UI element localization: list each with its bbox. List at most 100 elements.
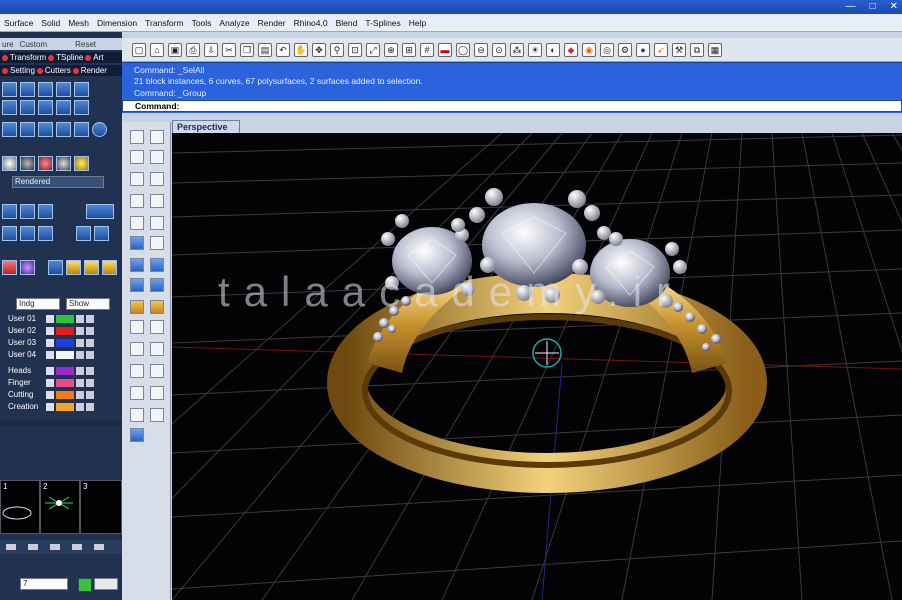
layer-color-swatch[interactable] <box>56 390 74 399</box>
save-icon[interactable]: ▣ <box>168 42 182 57</box>
circle-icon[interactable] <box>130 172 144 186</box>
menu-blend[interactable]: Blend <box>336 18 358 28</box>
copy-icon[interactable]: ❐ <box>240 42 254 57</box>
lock-icon[interactable] <box>76 314 84 323</box>
layer-color-swatch[interactable] <box>56 314 74 323</box>
small-a-icon[interactable] <box>2 226 17 241</box>
text-tool-icon[interactable] <box>150 364 164 378</box>
tab-ure[interactable]: ure <box>2 40 14 49</box>
sphere-material-icon[interactable] <box>2 156 17 171</box>
eye-icon[interactable] <box>86 378 94 387</box>
eye-icon[interactable] <box>86 326 94 335</box>
command-prompt-input[interactable]: Command: <box>122 100 902 112</box>
layer-row[interactable]: User 02 <box>8 325 116 336</box>
pin-tool-icon[interactable] <box>2 204 17 219</box>
menu-tools[interactable]: Tools <box>192 18 212 28</box>
menu-dimension[interactable]: Dimension <box>97 18 137 28</box>
layer-row[interactable]: Cutting <box>8 389 116 400</box>
layer-row[interactable]: Finger <box>8 377 116 388</box>
options-icon[interactable]: ⚙ <box>618 42 632 57</box>
gumball-icon[interactable]: ● <box>636 42 650 57</box>
layer-filter-indg[interactable]: Indg <box>16 298 60 310</box>
sphere-icon[interactable]: ◎ <box>600 42 614 57</box>
menu-rhino4[interactable]: Rhino4.0 <box>294 18 328 28</box>
shape-tool-icon[interactable] <box>74 82 89 97</box>
reset-button[interactable]: Reset <box>75 40 96 49</box>
new-icon[interactable]: ▢ <box>132 42 146 57</box>
bottom-select[interactable]: 7 <box>20 578 68 590</box>
rectangle-icon[interactable] <box>150 194 164 208</box>
layer-color-swatch[interactable] <box>56 378 74 387</box>
layer-tool-b-icon[interactable] <box>66 260 81 275</box>
eye-icon[interactable] <box>86 402 94 411</box>
eye-icon[interactable] <box>86 314 94 323</box>
point-icon[interactable]: ⁂ <box>510 42 524 57</box>
select-points-icon[interactable] <box>150 130 164 144</box>
snap-icon[interactable]: ⊖ <box>474 42 488 57</box>
eye-icon[interactable] <box>86 366 94 375</box>
layer-color-swatch[interactable] <box>56 350 74 359</box>
layer-row[interactable]: Creation <box>8 401 116 412</box>
material-icon[interactable]: ◉ <box>582 42 596 57</box>
grid-icon[interactable]: # <box>420 42 434 57</box>
wide-tool-icon[interactable] <box>86 204 114 219</box>
grid-tool-icon[interactable] <box>2 122 17 137</box>
rotate-view-icon[interactable]: ✥ <box>312 42 326 57</box>
zoom-window-icon[interactable]: ⊡ <box>348 42 362 57</box>
extra-icon[interactable]: ▦ <box>708 42 722 57</box>
menu-render[interactable]: Render <box>258 18 286 28</box>
paint-icon[interactable] <box>2 260 17 275</box>
ring-icon[interactable]: ◯ <box>456 42 470 57</box>
surface-icon[interactable] <box>130 236 144 250</box>
menu-help[interactable]: Help <box>409 18 426 28</box>
close-button[interactable]: ✕ <box>890 1 898 12</box>
cut-tool-icon[interactable] <box>38 100 53 115</box>
lock-icon[interactable] <box>76 366 84 375</box>
arc-icon[interactable] <box>130 194 144 208</box>
layer-tool-c-icon[interactable] <box>84 260 99 275</box>
layer-color-swatch[interactable] <box>56 366 74 375</box>
explode-icon[interactable] <box>150 300 164 314</box>
circle-tool-icon[interactable] <box>92 122 107 137</box>
menu-mesh[interactable]: Mesh <box>68 18 89 28</box>
triangle-icon[interactable] <box>130 216 144 230</box>
boxes-tool-icon[interactable] <box>38 122 53 137</box>
render-mode-select[interactable]: Rendered <box>12 176 104 188</box>
menu-surface[interactable]: Surface <box>4 18 33 28</box>
thumb-ctrl-c-icon[interactable] <box>50 544 60 550</box>
lock-icon[interactable] <box>76 378 84 387</box>
lock-tool-icon[interactable] <box>130 342 144 356</box>
tab-custom[interactable]: Custom <box>20 40 48 49</box>
tab-transform[interactable]: Transform <box>10 53 46 62</box>
shade-icon[interactable]: ◐ <box>546 42 560 57</box>
pan-icon[interactable]: ✋ <box>294 42 308 57</box>
dimension-icon[interactable] <box>130 364 144 378</box>
move-icon[interactable] <box>150 320 164 334</box>
undo-icon[interactable]: ↶ <box>276 42 290 57</box>
lock-icon[interactable] <box>76 326 84 335</box>
thumbnail-2[interactable]: 2 <box>40 480 80 534</box>
twist-tool-icon[interactable] <box>74 100 89 115</box>
lock-icon[interactable] <box>76 402 84 411</box>
tab-render[interactable]: Render <box>81 66 107 75</box>
flow-tool-icon[interactable] <box>20 122 35 137</box>
perspective-viewport[interactable]: talaacademy.ir <box>172 133 902 600</box>
zoom-icon[interactable]: ⚲ <box>330 42 344 57</box>
cut-icon[interactable]: ✂ <box>222 42 236 57</box>
layer-row[interactable]: User 01 <box>8 313 116 324</box>
align-tool-icon[interactable] <box>38 204 53 219</box>
paste-icon[interactable]: ▤ <box>258 42 272 57</box>
menu-transform[interactable]: Transform <box>145 18 183 28</box>
bend-tool-icon[interactable] <box>56 100 71 115</box>
snap-tool-icon[interactable] <box>20 204 35 219</box>
tab-tspline[interactable]: TSpline <box>56 53 83 62</box>
gold-material-icon[interactable] <box>74 156 89 171</box>
layer-color-swatch[interactable] <box>56 326 74 335</box>
render-tool-icon[interactable] <box>130 408 144 422</box>
cylinder-solid-icon[interactable] <box>150 258 164 272</box>
zoom-extents-icon[interactable]: ⤢ <box>366 42 380 57</box>
fold-tool-icon[interactable] <box>20 100 35 115</box>
measure-icon[interactable] <box>150 386 164 400</box>
layout-icon[interactable]: ⧉ <box>690 42 704 57</box>
lock-icon[interactable] <box>76 350 84 359</box>
